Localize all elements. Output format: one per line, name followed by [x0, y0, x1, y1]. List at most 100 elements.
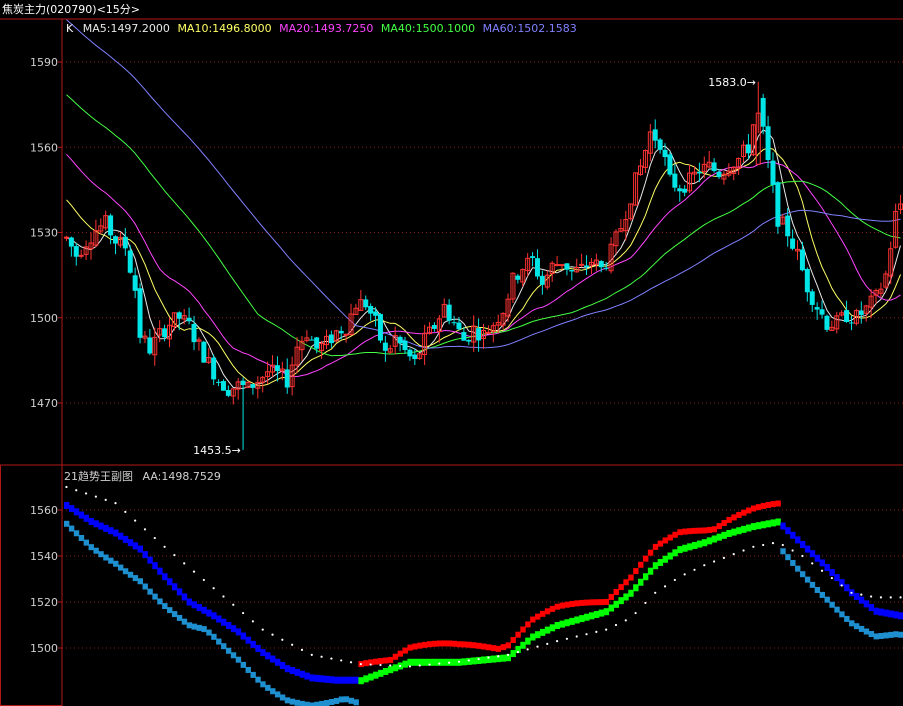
trend-blue-block — [64, 501, 70, 509]
indicator-prefix: K — [66, 22, 74, 35]
trend-green-block — [672, 549, 678, 557]
dotted-line-point — [683, 573, 686, 576]
trend-blue-block — [333, 676, 340, 684]
ma60-value: MA60:1502.1583 — [483, 22, 577, 35]
trend-blue-block — [338, 676, 345, 684]
trend-blue-block — [809, 550, 816, 558]
candle-body-down — [564, 263, 570, 270]
trend-green-block — [373, 671, 379, 679]
trend-blue-block — [196, 604, 202, 612]
dotted-line-point — [654, 591, 657, 594]
trend-blue-block — [108, 527, 114, 535]
trend-blue-block — [304, 672, 310, 680]
trend-red-block — [476, 642, 482, 649]
dotted-line-point — [742, 549, 745, 552]
dotted-line-point — [624, 619, 627, 622]
dotted-line-point — [546, 642, 549, 645]
trend-green-block — [692, 541, 698, 549]
candle-body-down — [745, 144, 751, 154]
trend-green-block — [736, 527, 742, 535]
trend-blue-block — [819, 559, 825, 567]
dotted-line-point — [713, 560, 716, 563]
dotted-line-point — [497, 655, 500, 658]
trend-green-block — [525, 637, 531, 645]
dotted-line-point — [271, 633, 274, 636]
main-gridlines — [62, 61, 903, 404]
trend-lower-block — [804, 576, 811, 583]
candle-body-down — [382, 342, 388, 351]
ma10-value: MA10:1496.8000 — [177, 22, 271, 35]
trend-lower-block — [348, 697, 354, 704]
candle-body-down — [373, 311, 379, 316]
dotted-line-point — [408, 665, 412, 668]
trend-red-block — [431, 640, 438, 647]
candle-body-down — [711, 162, 717, 171]
trend-red-block — [657, 540, 664, 547]
trend-red-block — [593, 599, 600, 606]
trend-lower-block — [898, 631, 903, 638]
dotted-line-point — [438, 662, 441, 665]
trend-blue-block — [230, 625, 237, 633]
trend-red-block — [387, 656, 394, 663]
dotted-line-point — [830, 576, 833, 580]
trend-green-block — [711, 535, 718, 543]
trend-green-block — [638, 578, 644, 586]
trend-red-block — [667, 534, 673, 541]
trend-red-block — [544, 608, 551, 615]
dotted-line-point — [605, 628, 608, 631]
candle-body-down — [809, 291, 815, 305]
trend-green-block — [750, 523, 757, 531]
trend-lower-block — [343, 696, 350, 703]
trend-blue-block — [348, 676, 354, 684]
trend-blue-block — [299, 670, 305, 678]
trend-lower-block — [147, 588, 153, 595]
trend-green-block — [530, 633, 536, 641]
candle-body-down — [328, 334, 334, 344]
trend-red-block — [765, 501, 772, 508]
trend-blue-block — [824, 564, 830, 571]
trend-green-block — [618, 597, 624, 605]
trend-green-block — [731, 528, 737, 536]
trend-green-block — [716, 533, 722, 541]
sub-y-tick-label: 1540 — [30, 550, 58, 563]
trend-lower-block — [863, 628, 870, 635]
trend-blue-block — [324, 675, 330, 683]
trend-green-block — [471, 657, 477, 665]
trend-red-block — [638, 561, 644, 568]
trend-red-block — [515, 631, 521, 638]
candle-body-down — [662, 149, 668, 158]
trend-blue-block — [176, 588, 183, 596]
trend-red-block — [711, 526, 718, 533]
dotted-line-point — [418, 664, 421, 667]
candle-body-down — [603, 267, 609, 269]
candle-body-down — [824, 315, 830, 330]
trend-lower-block — [289, 698, 296, 705]
trend-blue-block — [201, 606, 207, 614]
dotted-line-point — [467, 659, 470, 662]
trend-blue-block — [191, 601, 197, 609]
trend-red-block — [510, 636, 516, 643]
instrument-name: 焦炭主力 — [2, 3, 46, 16]
trend-red-block — [623, 579, 629, 586]
trend-lower-block — [216, 638, 222, 645]
trend-red-block — [554, 603, 561, 610]
trend-blue-block — [157, 567, 163, 575]
dotted-line-point — [575, 635, 578, 638]
dotted-line-point — [811, 562, 814, 565]
dotted-line-point — [634, 611, 637, 615]
dotted-line-point — [516, 651, 519, 654]
trend-blue-block — [863, 600, 870, 608]
candle-body-down — [598, 261, 604, 268]
trend-blue-block — [284, 665, 291, 673]
trend-red-block — [441, 640, 448, 647]
trend-green-block — [490, 655, 497, 663]
trend-red-block — [500, 644, 507, 651]
main-y-tick-label: 1560 — [30, 141, 58, 154]
trend-red-block — [618, 584, 624, 591]
trend-blue-block — [103, 524, 109, 532]
candle-body-down — [412, 354, 418, 360]
candle-body-down — [539, 275, 545, 285]
trend-green-block — [593, 610, 600, 618]
trend-lower-block — [844, 615, 850, 622]
trend-red-block — [677, 529, 683, 536]
